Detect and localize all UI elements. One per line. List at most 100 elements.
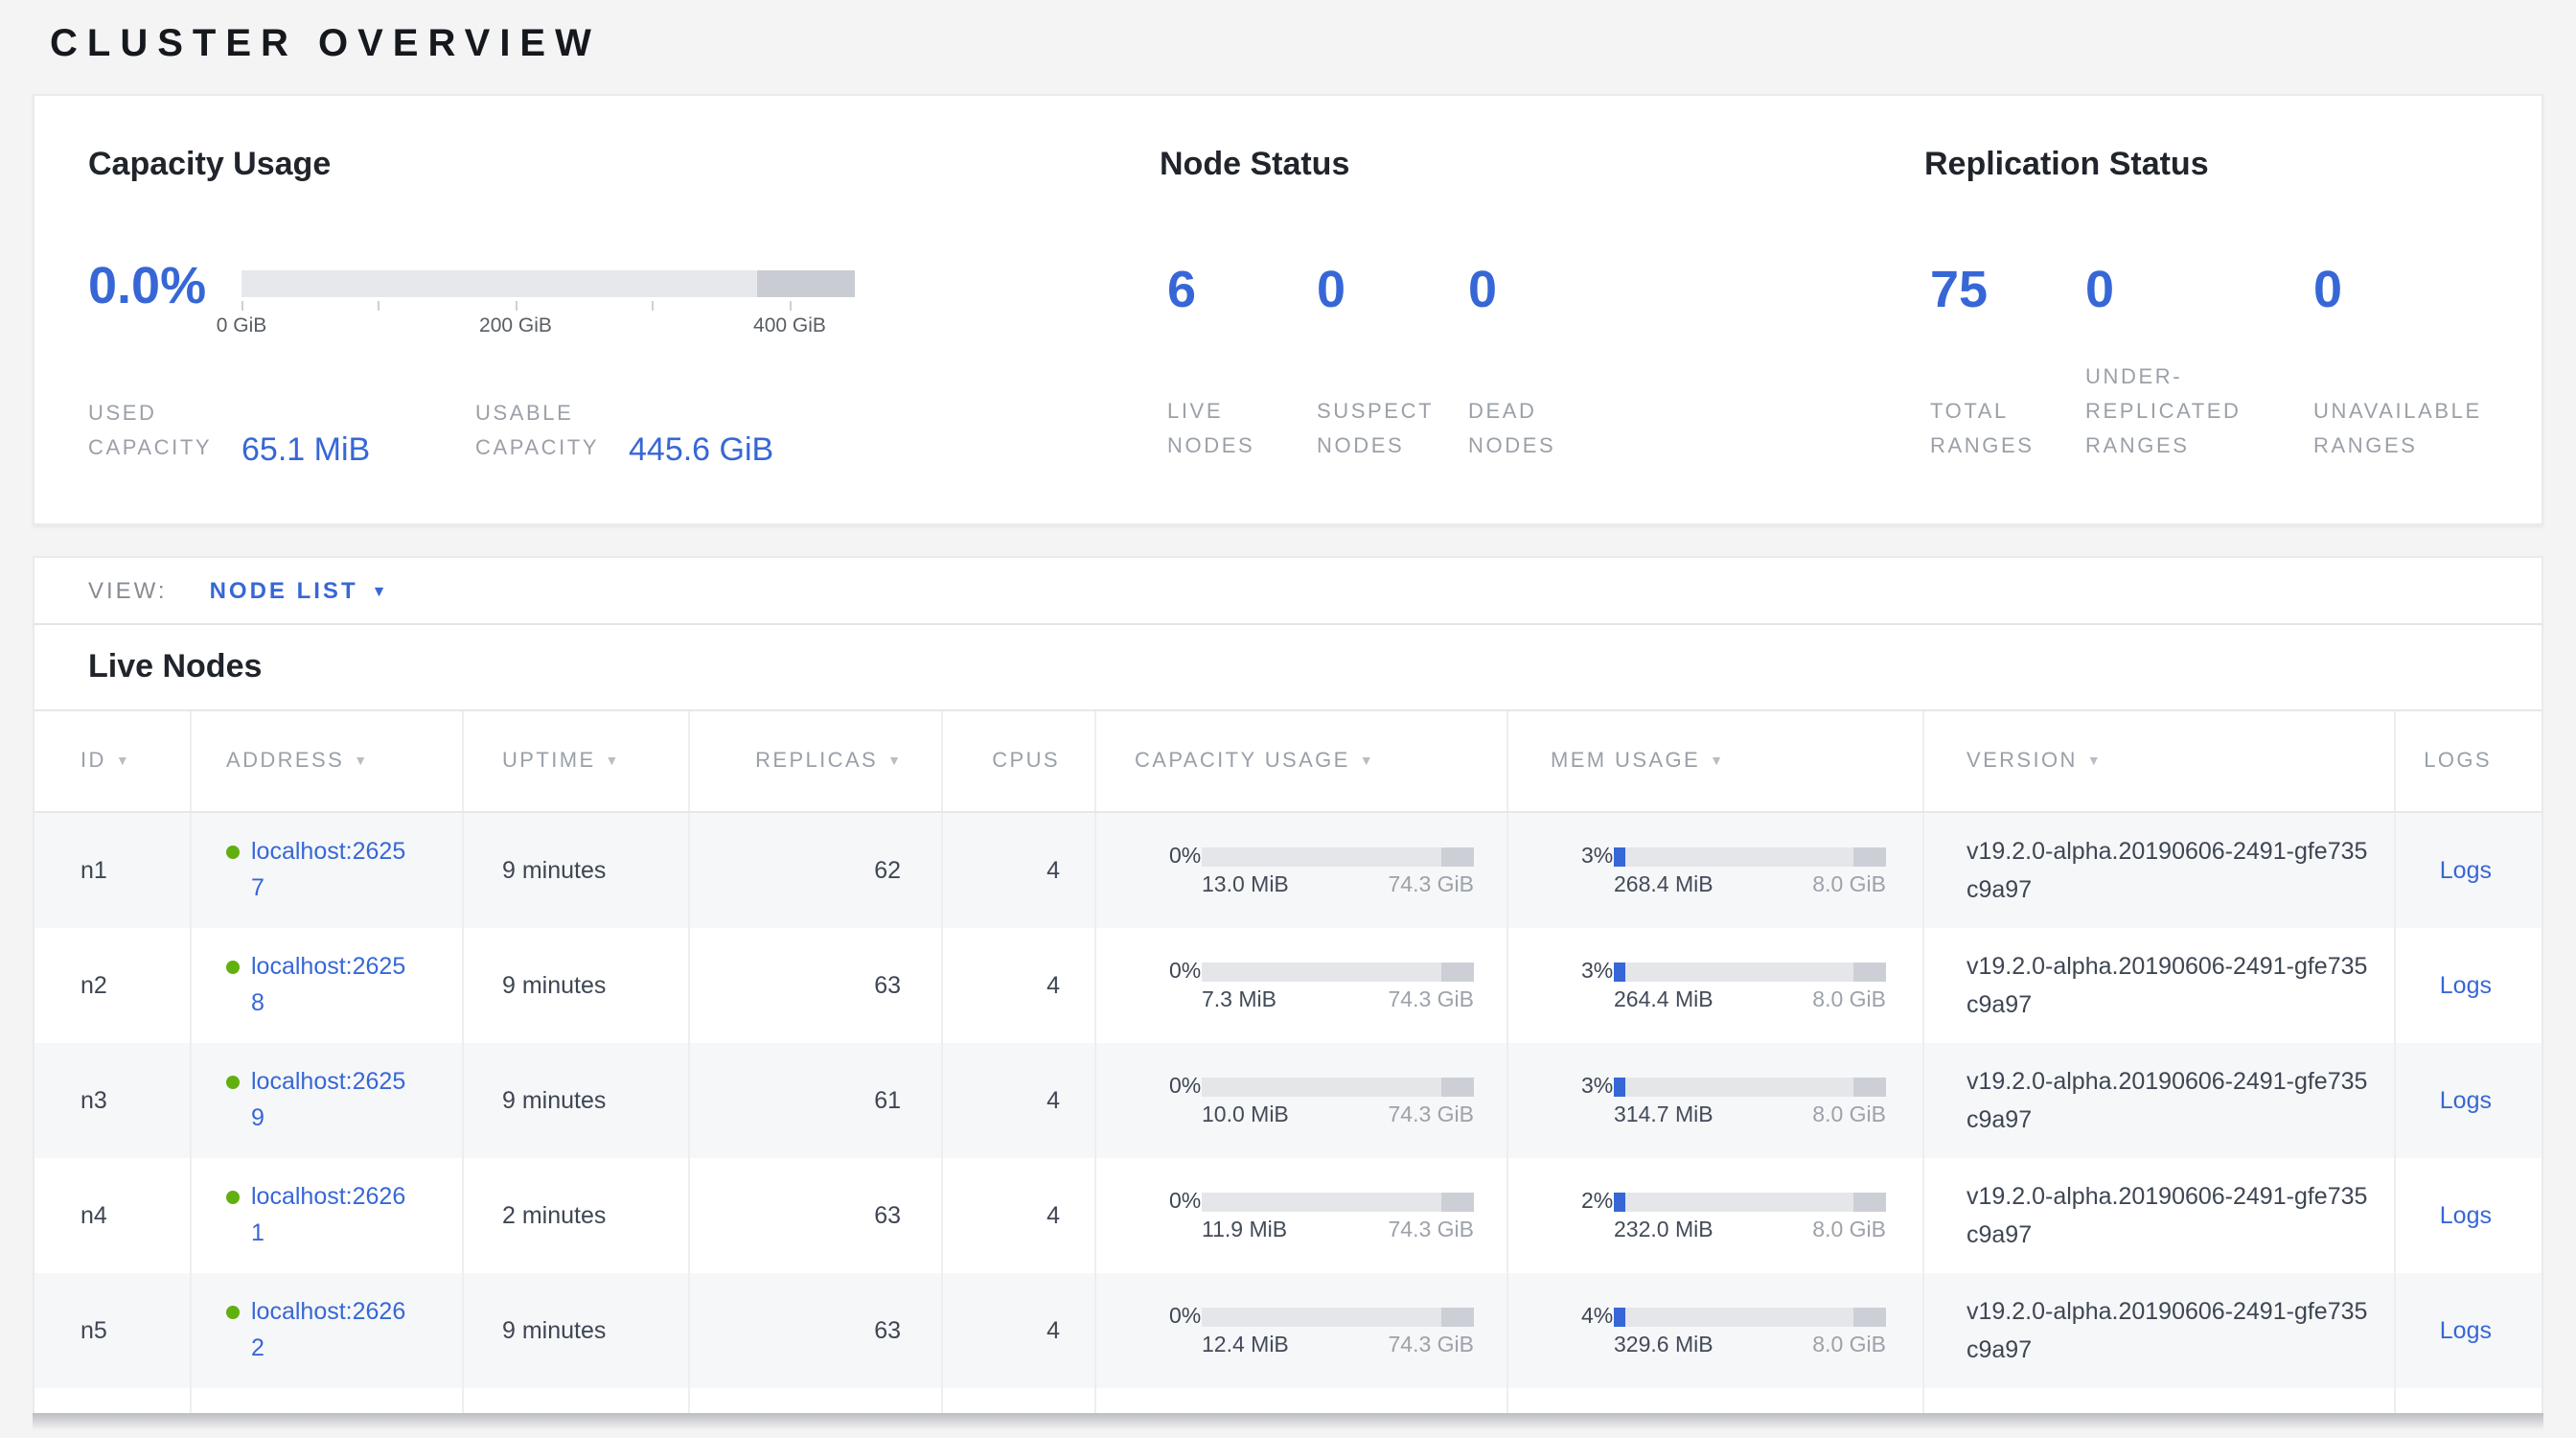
node-address-link[interactable]: localhost:26258	[251, 949, 416, 1022]
cluster-overview-page: CLUSTER OVERVIEW Capacity Usage 0.0% 0 G…	[0, 0, 2576, 1438]
mem-bar-track	[1614, 962, 1886, 981]
node-cpus: 4	[1046, 857, 1060, 884]
node-address-link[interactable]: localhost:26261	[251, 1179, 416, 1252]
mem-total-value: 8.0 GiB	[1812, 873, 1886, 896]
node-uptime: 9 minutes	[502, 1317, 606, 1344]
live-nodes-table: ID▼ ADDRESS▼ UPTIME▼ REPLICAS▼ CPUS CAPA…	[34, 709, 2542, 1413]
sort-icon: ▼	[2087, 754, 2101, 768]
capacity-usage-bar: 0% 12.4 MiB 74.3 GiB	[1169, 1305, 1474, 1357]
replication-status-title: Replication Status	[1924, 146, 2209, 184]
node-live-status-icon	[226, 1076, 240, 1089]
table-row: n4 localhost:26261 2 minutes 63	[34, 1158, 2542, 1273]
sort-icon: ▼	[1710, 754, 1723, 768]
unavailable-ranges-count: 0	[2313, 265, 2482, 316]
mem-total-value: 8.0 GiB	[1812, 1334, 1886, 1357]
mem-usage-bar: 3% 268.4 MiB 8.0 GiB	[1581, 845, 1886, 896]
mem-percent-label: 3%	[1581, 960, 1614, 983]
capacity-percent-label: 0%	[1169, 845, 1202, 868]
gauge-tick-label: 0 GiB	[217, 314, 267, 337]
used-capacity-stat: USED CAPACITY 65.1 MiB	[88, 397, 370, 466]
node-live-status-icon	[226, 1306, 240, 1319]
column-header-cpus: CPUS	[943, 711, 1096, 811]
under-replicated-ranges-label: UNDER- REPLICATED RANGES	[2085, 360, 2242, 464]
usable-capacity-value: 445.6 GiB	[629, 431, 773, 470]
logs-link[interactable]: Logs	[2440, 972, 2492, 999]
node-version: v19.2.0-alpha.20190606-2491-gfe735c9a97	[1966, 1177, 2373, 1254]
capacity-total-value: 74.3 GiB	[1389, 1218, 1475, 1241]
capacity-percent: 0.0%	[88, 261, 206, 313]
suspect-nodes-label: SUSPECT NODES	[1317, 395, 1434, 464]
node-cpus: 4	[1046, 1202, 1060, 1229]
node-version: v19.2.0-alpha.20190606-2491-gfe735c9a97	[1966, 832, 2373, 909]
view-bar: VIEW: NODE LIST ▼	[33, 556, 2543, 625]
column-header-mem-usage[interactable]: MEM USAGE▼	[1508, 711, 1924, 811]
suspect-nodes-count: 0	[1317, 265, 1434, 316]
view-label: VIEW:	[88, 577, 168, 604]
table-header-row: ID▼ ADDRESS▼ UPTIME▼ REPLICAS▼ CPUS CAPA…	[34, 709, 2542, 813]
caret-down-icon: ▼	[372, 582, 390, 599]
mem-total-value: 8.0 GiB	[1812, 1103, 1886, 1126]
gauge-tick-label: 400 GiB	[753, 314, 826, 337]
column-header-id[interactable]: ID▼	[34, 711, 192, 811]
mem-usage-bar: 3% 264.4 MiB 8.0 GiB	[1581, 960, 1886, 1011]
used-capacity-label: USED CAPACITY	[88, 397, 226, 466]
live-nodes-label: LIVE NODES	[1167, 395, 1254, 464]
sort-icon: ▼	[116, 754, 129, 768]
capacity-usage-title: Capacity Usage	[88, 146, 331, 184]
node-id: n4	[80, 1202, 107, 1229]
node-version: v19.2.0-alpha.20190606-2491-gfe735c9a97	[1966, 1062, 2373, 1139]
mem-percent-label: 3%	[1581, 845, 1614, 868]
mem-bar-track	[1614, 1077, 1886, 1096]
unavailable-ranges-label: UNAVAILABLE RANGES	[2313, 395, 2482, 464]
mem-used-value: 329.6 MiB	[1614, 1334, 1714, 1357]
node-address-link[interactable]: localhost:26257	[251, 834, 416, 907]
mem-used-value: 264.4 MiB	[1614, 988, 1714, 1011]
node-address-link[interactable]: localhost:26262	[251, 1294, 416, 1367]
logs-link[interactable]: Logs	[2440, 857, 2492, 884]
node-address-link[interactable]: localhost:26259	[251, 1064, 416, 1137]
scroll-shadow	[33, 1413, 2543, 1430]
column-header-capacity-usage[interactable]: CAPACITY USAGE▼	[1096, 711, 1508, 811]
dead-nodes-count: 0	[1468, 265, 1555, 316]
node-live-status-icon	[226, 846, 240, 859]
summary-card: Capacity Usage 0.0% 0 GiB 200 GiB 400 Gi…	[33, 94, 2543, 525]
capacity-used-value: 11.9 MiB	[1202, 1218, 1287, 1241]
node-live-status-icon	[226, 1191, 240, 1204]
mem-total-value: 8.0 GiB	[1812, 1218, 1886, 1241]
mem-bar-track	[1614, 847, 1886, 866]
node-uptime: 9 minutes	[502, 1087, 606, 1114]
column-header-replicas[interactable]: REPLICAS▼	[690, 711, 943, 811]
capacity-percent-label: 0%	[1169, 960, 1202, 983]
dead-nodes-label: DEAD NODES	[1468, 395, 1555, 464]
node-replicas: 63	[874, 1317, 901, 1344]
mem-percent-label: 4%	[1581, 1305, 1614, 1328]
used-capacity-value: 65.1 MiB	[242, 431, 370, 470]
capacity-usage-bar: 0% 13.0 MiB 74.3 GiB	[1169, 845, 1474, 896]
logs-link[interactable]: Logs	[2440, 1087, 2492, 1114]
column-header-address[interactable]: ADDRESS▼	[192, 711, 464, 811]
column-header-uptime[interactable]: UPTIME▼	[464, 711, 690, 811]
column-header-logs: LOGS	[2396, 711, 2538, 811]
capacity-total-value: 74.3 GiB	[1389, 1334, 1475, 1357]
table-row: n1 localhost:26257 9 minutes 62	[34, 813, 2542, 928]
total-ranges-count: 75	[1930, 265, 2035, 316]
mem-usage-bar: 4% 329.6 MiB 8.0 GiB	[1581, 1305, 1886, 1357]
node-replicas: 61	[874, 1087, 901, 1114]
logs-link[interactable]: Logs	[2440, 1317, 2492, 1344]
capacity-usage-bar: 0% 10.0 MiB 74.3 GiB	[1169, 1075, 1474, 1126]
node-version: v19.2.0-alpha.20190606-2491-gfe735c9a97	[1966, 1292, 2373, 1369]
node-id: n3	[80, 1087, 107, 1114]
capacity-bar-track	[1202, 1307, 1474, 1326]
usable-capacity-label: USABLE CAPACITY	[475, 397, 613, 466]
table-row: n3 localhost:26259 9 minutes 61	[34, 1043, 2542, 1158]
capacity-usage-bar: 0% 11.9 MiB 74.3 GiB	[1169, 1190, 1474, 1241]
table-row-partial	[34, 1388, 2542, 1413]
node-uptime: 9 minutes	[502, 972, 606, 999]
capacity-percent-label: 0%	[1169, 1075, 1202, 1098]
table-row: n5 localhost:26262 9 minutes 63	[34, 1273, 2542, 1388]
column-header-version[interactable]: VERSION▼	[1924, 711, 2396, 811]
logs-link[interactable]: Logs	[2440, 1202, 2492, 1229]
node-list-dropdown-label: NODE LIST	[210, 577, 358, 604]
node-list-dropdown[interactable]: NODE LIST ▼	[210, 577, 390, 604]
node-status-title: Node Status	[1160, 146, 1349, 184]
